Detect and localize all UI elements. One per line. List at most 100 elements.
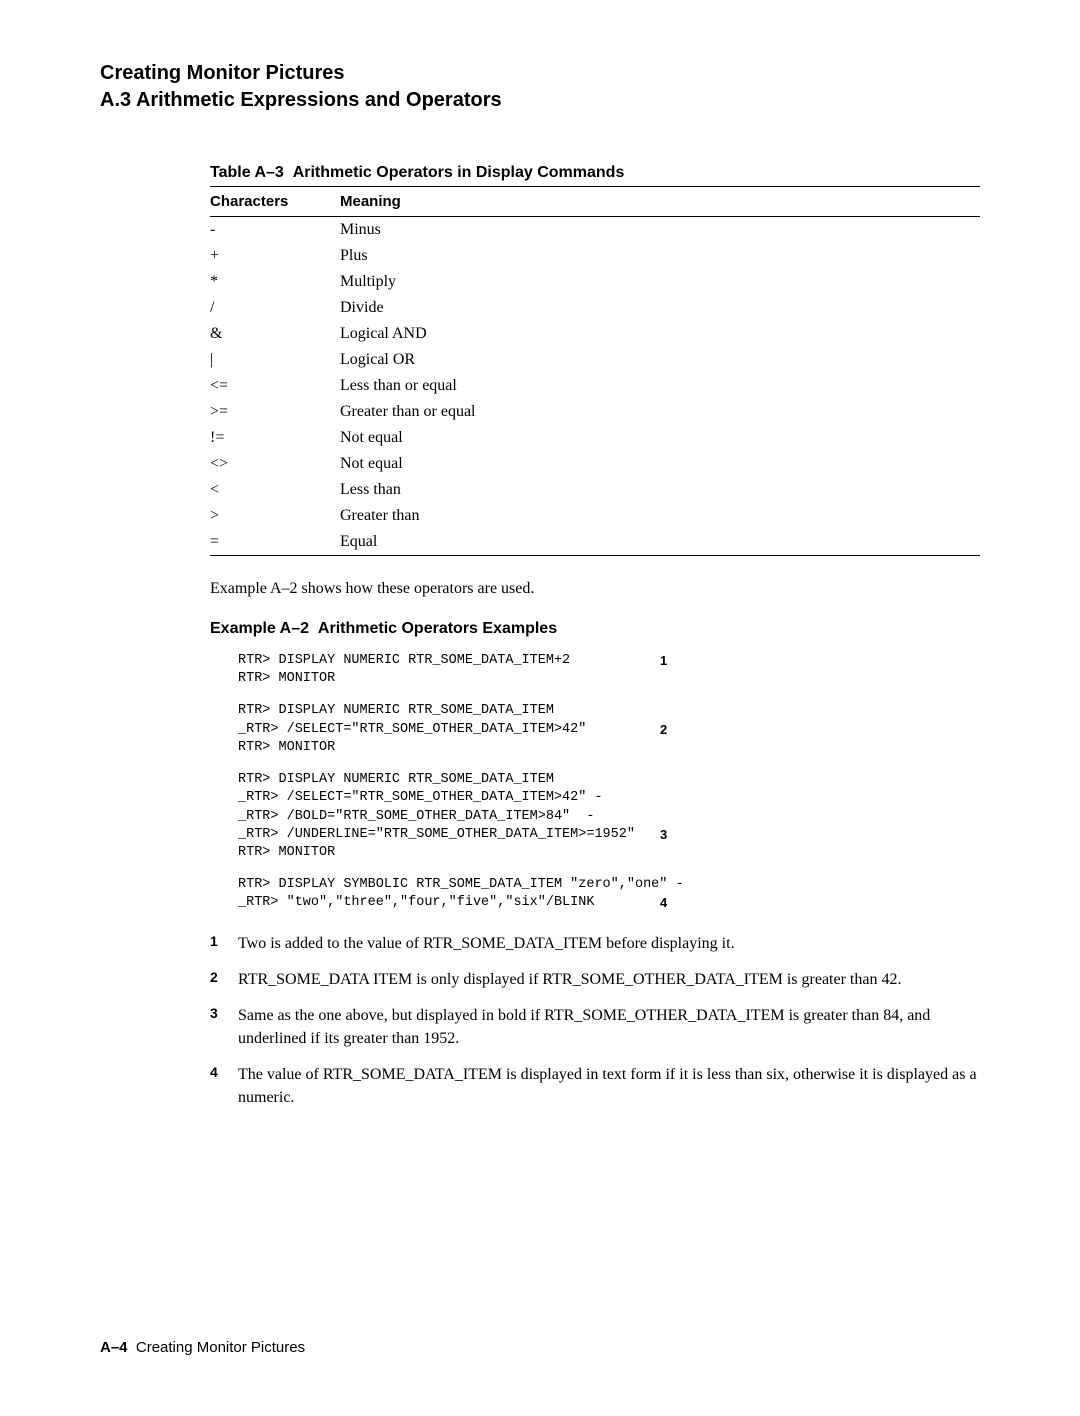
cell-character: | — [210, 347, 340, 373]
table-row: &Logical AND — [210, 321, 980, 347]
code-line: _RTR> /BOLD="RTR_SOME_OTHER_DATA_ITEM>84… — [238, 808, 980, 826]
page-heading: Creating Monitor Pictures A.3 Arithmetic… — [100, 60, 990, 114]
operators-table: Characters Meaning -Minus+Plus*Multiply/… — [210, 186, 980, 556]
code-text: _RTR> /BOLD="RTR_SOME_OTHER_DATA_ITEM>84… — [238, 808, 648, 826]
cell-meaning: Multiply — [340, 269, 980, 295]
code-line: RTR> MONITOR — [238, 739, 980, 757]
table-row: /Divide — [210, 295, 980, 321]
cell-meaning: Logical AND — [340, 321, 980, 347]
table-row: -Minus — [210, 217, 980, 244]
cell-meaning: Divide — [340, 295, 980, 321]
code-group: RTR> DISPLAY SYMBOLIC RTR_SOME_DATA_ITEM… — [238, 876, 980, 912]
notes-list: 1Two is added to the value of RTR_SOME_D… — [210, 933, 980, 1109]
code-text: RTR> DISPLAY NUMERIC RTR_SOME_DATA_ITEM — [238, 702, 648, 720]
code-text: RTR> DISPLAY NUMERIC RTR_SOME_DATA_ITEM+… — [238, 652, 648, 670]
code-line: RTR> DISPLAY NUMERIC RTR_SOME_DATA_ITEM — [238, 771, 980, 789]
code-group: RTR> DISPLAY NUMERIC RTR_SOME_DATA_ITEM+… — [238, 652, 980, 688]
note-number: 1 — [210, 933, 238, 955]
table-caption-label: Table A–3 — [210, 164, 284, 181]
cell-character: < — [210, 477, 340, 503]
note-text: The value of RTR_SOME_DATA_ITEM is displ… — [238, 1064, 980, 1109]
code-text: _RTR> /SELECT="RTR_SOME_OTHER_DATA_ITEM>… — [238, 789, 648, 807]
code-line: _RTR> "two","three","four,"five","six"/B… — [238, 894, 980, 912]
code-annotation: 3 — [660, 826, 667, 844]
cell-character: + — [210, 243, 340, 269]
cell-meaning: Minus — [340, 217, 980, 244]
cell-character: <= — [210, 373, 340, 399]
cell-meaning: Logical OR — [340, 347, 980, 373]
table-row: <Less than — [210, 477, 980, 503]
table-caption-title: Arithmetic Operators in Display Commands — [293, 164, 625, 181]
list-item: 2RTR_SOME_DATA ITEM is only displayed if… — [210, 969, 980, 991]
note-text: Two is added to the value of RTR_SOME_DA… — [238, 933, 980, 955]
cell-character: * — [210, 269, 340, 295]
table-row: =Equal — [210, 529, 980, 556]
cell-character: - — [210, 217, 340, 244]
footer-section: Creating Monitor Pictures — [136, 1339, 305, 1356]
code-annotation: 4 — [660, 894, 667, 912]
code-group: RTR> DISPLAY NUMERIC RTR_SOME_DATA_ITEM_… — [238, 771, 980, 862]
col-header-characters: Characters — [210, 187, 340, 217]
note-number: 3 — [210, 1005, 238, 1050]
code-text: RTR> MONITOR — [238, 844, 648, 862]
cell-meaning: Not equal — [340, 425, 980, 451]
example-label: Example A–2 — [210, 620, 309, 637]
code-line: _RTR> /SELECT="RTR_SOME_OTHER_DATA_ITEM>… — [238, 721, 980, 739]
code-line: RTR> MONITOR — [238, 844, 980, 862]
code-line: RTR> DISPLAY NUMERIC RTR_SOME_DATA_ITEM+… — [238, 652, 980, 670]
cell-meaning: Equal — [340, 529, 980, 556]
code-annotation: 1 — [660, 652, 667, 670]
paragraph-intro: Example A–2 shows how these operators ar… — [210, 580, 980, 598]
code-text: RTR> MONITOR — [238, 739, 648, 757]
code-text: RTR> DISPLAY SYMBOLIC RTR_SOME_DATA_ITEM… — [238, 876, 684, 894]
table-row: >=Greater than or equal — [210, 399, 980, 425]
cell-character: > — [210, 503, 340, 529]
example-title-text: Arithmetic Operators Examples — [318, 620, 557, 637]
table-row: <>Not equal — [210, 451, 980, 477]
code-block: RTR> DISPLAY NUMERIC RTR_SOME_DATA_ITEM+… — [238, 652, 980, 913]
cell-meaning: Not equal — [340, 451, 980, 477]
list-item: 1Two is added to the value of RTR_SOME_D… — [210, 933, 980, 955]
page-number: A–4 — [100, 1339, 128, 1356]
cell-character: = — [210, 529, 340, 556]
note-number: 2 — [210, 969, 238, 991]
note-number: 4 — [210, 1064, 238, 1109]
cell-character: >= — [210, 399, 340, 425]
code-text: RTR> DISPLAY NUMERIC RTR_SOME_DATA_ITEM — [238, 771, 648, 789]
cell-character: != — [210, 425, 340, 451]
code-line: RTR> MONITOR — [238, 670, 980, 688]
code-text: _RTR> /UNDERLINE="RTR_SOME_OTHER_DATA_IT… — [238, 826, 648, 844]
cell-meaning: Greater than or equal — [340, 399, 980, 425]
code-group: RTR> DISPLAY NUMERIC RTR_SOME_DATA_ITEM_… — [238, 702, 980, 757]
code-text: RTR> MONITOR — [238, 670, 648, 688]
cell-meaning: Greater than — [340, 503, 980, 529]
heading-line-2: A.3 Arithmetic Expressions and Operators — [100, 87, 990, 114]
code-annotation: 2 — [660, 721, 667, 739]
code-line: _RTR> /UNDERLINE="RTR_SOME_OTHER_DATA_IT… — [238, 826, 980, 844]
code-text: _RTR> /SELECT="RTR_SOME_OTHER_DATA_ITEM>… — [238, 721, 648, 739]
cell-meaning: Less than — [340, 477, 980, 503]
heading-line-1: Creating Monitor Pictures — [100, 60, 990, 87]
col-header-meaning: Meaning — [340, 187, 980, 217]
cell-meaning: Less than or equal — [340, 373, 980, 399]
example-caption: Example A–2 Arithmetic Operators Example… — [210, 620, 980, 638]
table-row: !=Not equal — [210, 425, 980, 451]
table-row: +Plus — [210, 243, 980, 269]
table-caption: Table A–3 Arithmetic Operators in Displa… — [210, 164, 980, 182]
cell-meaning: Plus — [340, 243, 980, 269]
table-row: |Logical OR — [210, 347, 980, 373]
cell-character: / — [210, 295, 340, 321]
code-text: _RTR> "two","three","four,"five","six"/B… — [238, 894, 648, 912]
code-line: _RTR> /SELECT="RTR_SOME_OTHER_DATA_ITEM>… — [238, 789, 980, 807]
note-text: RTR_SOME_DATA ITEM is only displayed if … — [238, 969, 980, 991]
table-row: >Greater than — [210, 503, 980, 529]
table-row: *Multiply — [210, 269, 980, 295]
note-text: Same as the one above, but displayed in … — [238, 1005, 980, 1050]
page-footer: A–4 Creating Monitor Pictures — [100, 1339, 990, 1356]
code-line: RTR> DISPLAY SYMBOLIC RTR_SOME_DATA_ITEM… — [238, 876, 980, 894]
cell-character: <> — [210, 451, 340, 477]
list-item: 3Same as the one above, but displayed in… — [210, 1005, 980, 1050]
code-line: RTR> DISPLAY NUMERIC RTR_SOME_DATA_ITEM — [238, 702, 980, 720]
cell-character: & — [210, 321, 340, 347]
list-item: 4The value of RTR_SOME_DATA_ITEM is disp… — [210, 1064, 980, 1109]
